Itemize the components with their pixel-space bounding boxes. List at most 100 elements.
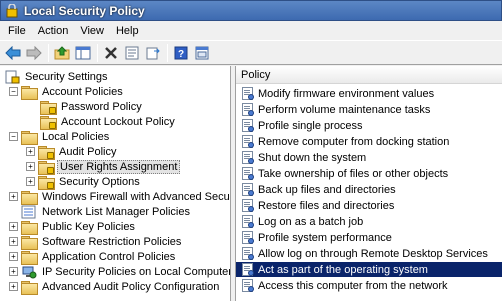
policy-icon [241, 215, 254, 228]
policy-icon [241, 135, 254, 148]
toolbar-separator [48, 43, 49, 62]
locked-folder-icon [38, 175, 55, 190]
policy-list[interactable]: Policy Modify firmware environment value… [235, 66, 502, 301]
back-arrow-icon [5, 45, 21, 60]
folder-icon [21, 235, 38, 250]
collapse-icon[interactable]: − [9, 87, 18, 96]
list-item[interactable]: Take ownership of files or other objects [236, 166, 502, 181]
policy-icon [241, 119, 254, 132]
tree-item-user-rights-assignment[interactable]: + User Rights Assignment [26, 159, 181, 175]
expand-icon[interactable]: + [9, 192, 18, 201]
console-button[interactable] [192, 43, 212, 63]
tree-item-software-restriction[interactable]: + Software Restriction Policies [9, 234, 183, 250]
list-item[interactable]: Profile single process [236, 118, 502, 133]
firewall-folder-icon [21, 190, 38, 205]
tree-item-public-key-policies[interactable]: + Public Key Policies [9, 219, 137, 235]
list-item-selected[interactable]: Act as part of the operating system [236, 262, 502, 277]
delete-button[interactable] [101, 43, 121, 63]
policy-icon [241, 279, 254, 292]
list-item[interactable]: Access this computer from the network [236, 278, 502, 293]
list-item[interactable]: Modify firmware environment values [236, 86, 502, 101]
up-folder-icon [54, 45, 70, 59]
menu-view[interactable]: View [74, 24, 110, 38]
show-hide-console-tree-button[interactable] [73, 43, 93, 63]
toolbar: ? [0, 40, 502, 65]
list-item[interactable]: Perform volume maintenance tasks [236, 102, 502, 117]
folder-icon [21, 250, 38, 265]
title-bar: Local Security Policy [0, 0, 502, 21]
tree-item-account-lockout-policy[interactable]: Account Lockout Policy [40, 114, 177, 130]
expand-icon[interactable]: + [26, 162, 35, 171]
delete-icon [105, 46, 117, 59]
list-item[interactable]: Restore files and directories [236, 198, 502, 213]
tree-item-local-policies[interactable]: − Local Policies [9, 129, 111, 145]
properties-icon [125, 46, 139, 59]
tree-item-audit-policy[interactable]: + Audit Policy [26, 144, 118, 160]
security-settings-icon [4, 70, 20, 84]
policy-icon [241, 167, 254, 180]
tree-item-password-policy[interactable]: Password Policy [40, 99, 144, 115]
console-tree[interactable]: Security Settings − Account Policies Pas… [0, 66, 231, 301]
expand-icon[interactable]: + [9, 237, 18, 246]
tree-item-advanced-audit[interactable]: + Advanced Audit Policy Configuration [9, 279, 221, 295]
policy-icon [241, 199, 254, 212]
policy-icon [241, 263, 254, 276]
toolbar-separator [167, 43, 168, 62]
column-header-policy[interactable]: Policy [236, 66, 502, 84]
properties-button[interactable] [122, 43, 142, 63]
list-item[interactable]: Log on as a batch job [236, 214, 502, 229]
forward-button[interactable] [24, 43, 44, 63]
tree-item-security-settings[interactable]: Security Settings [4, 69, 110, 84]
policy-icon [241, 183, 254, 196]
locked-folder-icon [38, 145, 55, 160]
tree-item-ip-security[interactable]: + IP Security Policies on Local Computer [9, 264, 230, 279]
folder-icon [21, 130, 38, 145]
locked-folder-icon [40, 115, 57, 130]
back-button[interactable] [3, 43, 23, 63]
folder-icon [21, 220, 38, 235]
list-item[interactable]: Shut down the system [236, 150, 502, 165]
locked-folder-icon [40, 100, 57, 115]
folder-icon [21, 85, 38, 100]
list-item[interactable]: Allow log on through Remote Desktop Serv… [236, 246, 502, 261]
menu-action[interactable]: Action [32, 24, 75, 38]
list-item[interactable]: Remove computer from docking station [236, 134, 502, 149]
help-button[interactable]: ? [171, 43, 191, 63]
expand-icon[interactable]: + [9, 267, 18, 276]
window-title: Local Security Policy [24, 3, 145, 18]
tree-item-application-control[interactable]: + Application Control Policies [9, 249, 177, 265]
up-one-level-button[interactable] [52, 43, 72, 63]
show-hide-tree-icon [75, 46, 91, 59]
list-item[interactable]: Profile system performance [236, 230, 502, 245]
forward-arrow-icon [26, 45, 42, 60]
export-icon [146, 47, 160, 59]
console-icon [195, 46, 209, 59]
help-icon: ? [174, 46, 188, 60]
tree-item-network-list-manager[interactable]: Network List Manager Policies [21, 204, 192, 219]
locked-folder-icon [38, 160, 55, 175]
ip-security-icon [21, 265, 37, 279]
expand-icon[interactable]: + [26, 177, 35, 186]
toolbar-separator [97, 43, 98, 62]
collapse-icon[interactable]: − [9, 132, 18, 141]
menu-bar: File Action View Help [0, 21, 502, 40]
expand-icon[interactable]: + [9, 282, 18, 291]
menu-help[interactable]: Help [110, 24, 145, 38]
policy-icon [241, 247, 254, 260]
folder-icon [21, 280, 38, 295]
tree-item-security-options[interactable]: + Security Options [26, 174, 142, 190]
policy-icon [241, 87, 254, 100]
expand-icon[interactable]: + [9, 252, 18, 261]
expand-icon[interactable]: + [9, 222, 18, 231]
export-list-button[interactable] [143, 43, 163, 63]
svg-text:?: ? [178, 49, 184, 60]
policy-icon [241, 151, 254, 164]
tree-item-account-policies[interactable]: − Account Policies [9, 84, 125, 100]
network-list-icon [21, 205, 37, 219]
tree-item-windows-firewall[interactable]: + Windows Firewall with Advanced Securit… [9, 189, 230, 205]
expand-icon[interactable]: + [26, 147, 35, 156]
menu-file[interactable]: File [2, 24, 32, 38]
policy-icon [241, 231, 254, 244]
list-item[interactable]: Back up files and directories [236, 182, 502, 197]
policy-icon [241, 103, 254, 116]
